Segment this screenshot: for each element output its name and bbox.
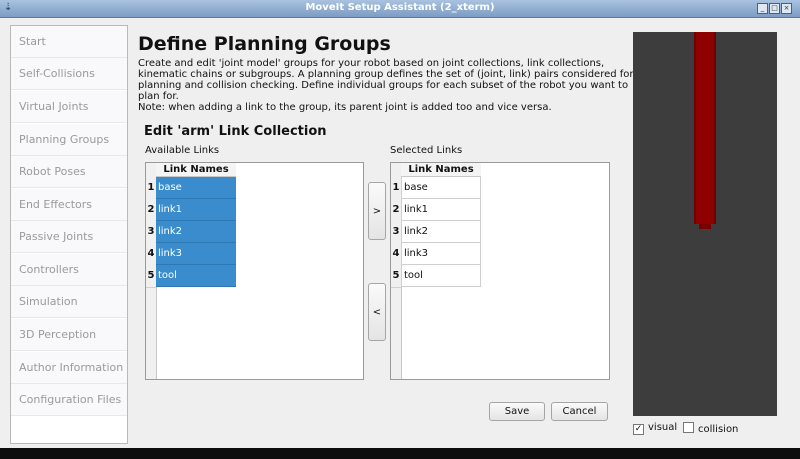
row-number: 3 <box>146 221 156 244</box>
sidebar-item-simulation[interactable]: Simulation <box>11 286 127 318</box>
cancel-button[interactable]: Cancel <box>551 402 608 421</box>
sidebar-item-passive-joints[interactable]: Passive Joints <box>11 221 127 253</box>
visual-checkbox[interactable]: ✓ visual <box>633 422 677 435</box>
description-line: Create and edit 'joint model' groups for… <box>138 58 605 69</box>
description-line: Note: when adding a link to the group, i… <box>138 102 552 113</box>
link-cell[interactable]: tool <box>156 265 236 287</box>
collision-checkbox[interactable]: collision <box>683 422 738 435</box>
sidebar-item-self-collisions[interactable]: Self-Collisions <box>11 58 127 90</box>
maximize-icon[interactable]: □ <box>769 3 780 14</box>
link-cell[interactable]: link2 <box>401 221 481 243</box>
save-button[interactable]: Save <box>489 402 545 421</box>
robot-tool-tip <box>699 224 711 229</box>
remove-link-button[interactable]: < <box>368 283 386 341</box>
available-links-table[interactable]: Link Names 1 base 2 link1 3 link2 4 link… <box>145 162 364 380</box>
link-cell[interactable]: link2 <box>156 221 236 243</box>
row-number: 4 <box>146 243 156 266</box>
robot-arm-model <box>694 32 716 224</box>
minimize-icon[interactable]: _ <box>757 3 768 14</box>
row-number: 2 <box>146 199 156 222</box>
add-link-button[interactable]: > <box>368 182 386 240</box>
title-bar[interactable]: ⇣ MoveIt Setup Assistant (2_xterm) _ □ × <box>0 0 800 18</box>
page-title: Define Planning Groups <box>138 33 391 55</box>
description-line: planning and collision checking. Define … <box>138 80 629 91</box>
selected-links-table[interactable]: Link Names 1 base 2 link1 3 link2 4 link… <box>390 162 610 380</box>
sidebar-item-author-information[interactable]: Author Information <box>11 352 127 384</box>
row-number: 5 <box>391 265 401 288</box>
row-number: 2 <box>391 199 401 222</box>
column-header-link-names[interactable]: Link Names <box>401 163 481 177</box>
row-number: 3 <box>391 221 401 244</box>
sidebar-item-end-effectors[interactable]: End Effectors <box>11 189 127 221</box>
checkbox-unchecked-icon[interactable] <box>683 422 694 433</box>
available-links-label: Available Links <box>145 145 220 156</box>
checkbox-checked-icon[interactable]: ✓ <box>633 424 644 435</box>
sidebar-item-3d-perception[interactable]: 3D Perception <box>11 319 127 351</box>
row-number: 1 <box>146 177 156 200</box>
link-cell[interactable]: link1 <box>156 199 236 221</box>
link-cell[interactable]: link3 <box>156 243 236 265</box>
sidebar-item-start[interactable]: Start <box>11 26 127 58</box>
sidebar-nav: Start Self-Collisions Virtual Joints Pla… <box>10 25 128 444</box>
description-line: kinematic chains or subgroups. A plannin… <box>138 69 634 80</box>
sidebar-item-robot-poses[interactable]: Robot Poses <box>11 156 127 188</box>
row-number: 1 <box>391 177 401 200</box>
sidebar-item-controllers[interactable]: Controllers <box>11 254 127 286</box>
sidebar-item-virtual-joints[interactable]: Virtual Joints <box>11 91 127 123</box>
collision-label: collision <box>698 424 739 435</box>
robot-3d-viewer[interactable] <box>633 32 777 416</box>
link-cell[interactable]: link1 <box>401 199 481 221</box>
desktop-background <box>0 448 800 459</box>
link-cell[interactable]: tool <box>401 265 481 287</box>
page-description: Create and edit 'joint model' groups for… <box>138 58 634 113</box>
link-cell[interactable]: link3 <box>401 243 481 265</box>
sidebar-item-configuration-files[interactable]: Configuration Files <box>11 384 127 416</box>
window-title: MoveIt Setup Assistant (2_xterm) <box>305 2 495 13</box>
link-cell[interactable]: base <box>401 177 481 199</box>
close-icon[interactable]: × <box>781 3 792 14</box>
description-line: plan for. <box>138 91 179 102</box>
visual-label: visual <box>648 422 678 433</box>
row-number: 4 <box>391 243 401 266</box>
link-cell[interactable]: base <box>156 177 236 199</box>
app-window: ⇣ MoveIt Setup Assistant (2_xterm) _ □ ×… <box>0 0 800 459</box>
row-number: 5 <box>146 265 156 288</box>
sidebar-item-planning-groups[interactable]: Planning Groups <box>11 124 127 156</box>
edit-collection-title: Edit 'arm' Link Collection <box>144 124 327 139</box>
column-header-link-names[interactable]: Link Names <box>156 163 236 177</box>
selected-links-label: Selected Links <box>390 145 463 156</box>
